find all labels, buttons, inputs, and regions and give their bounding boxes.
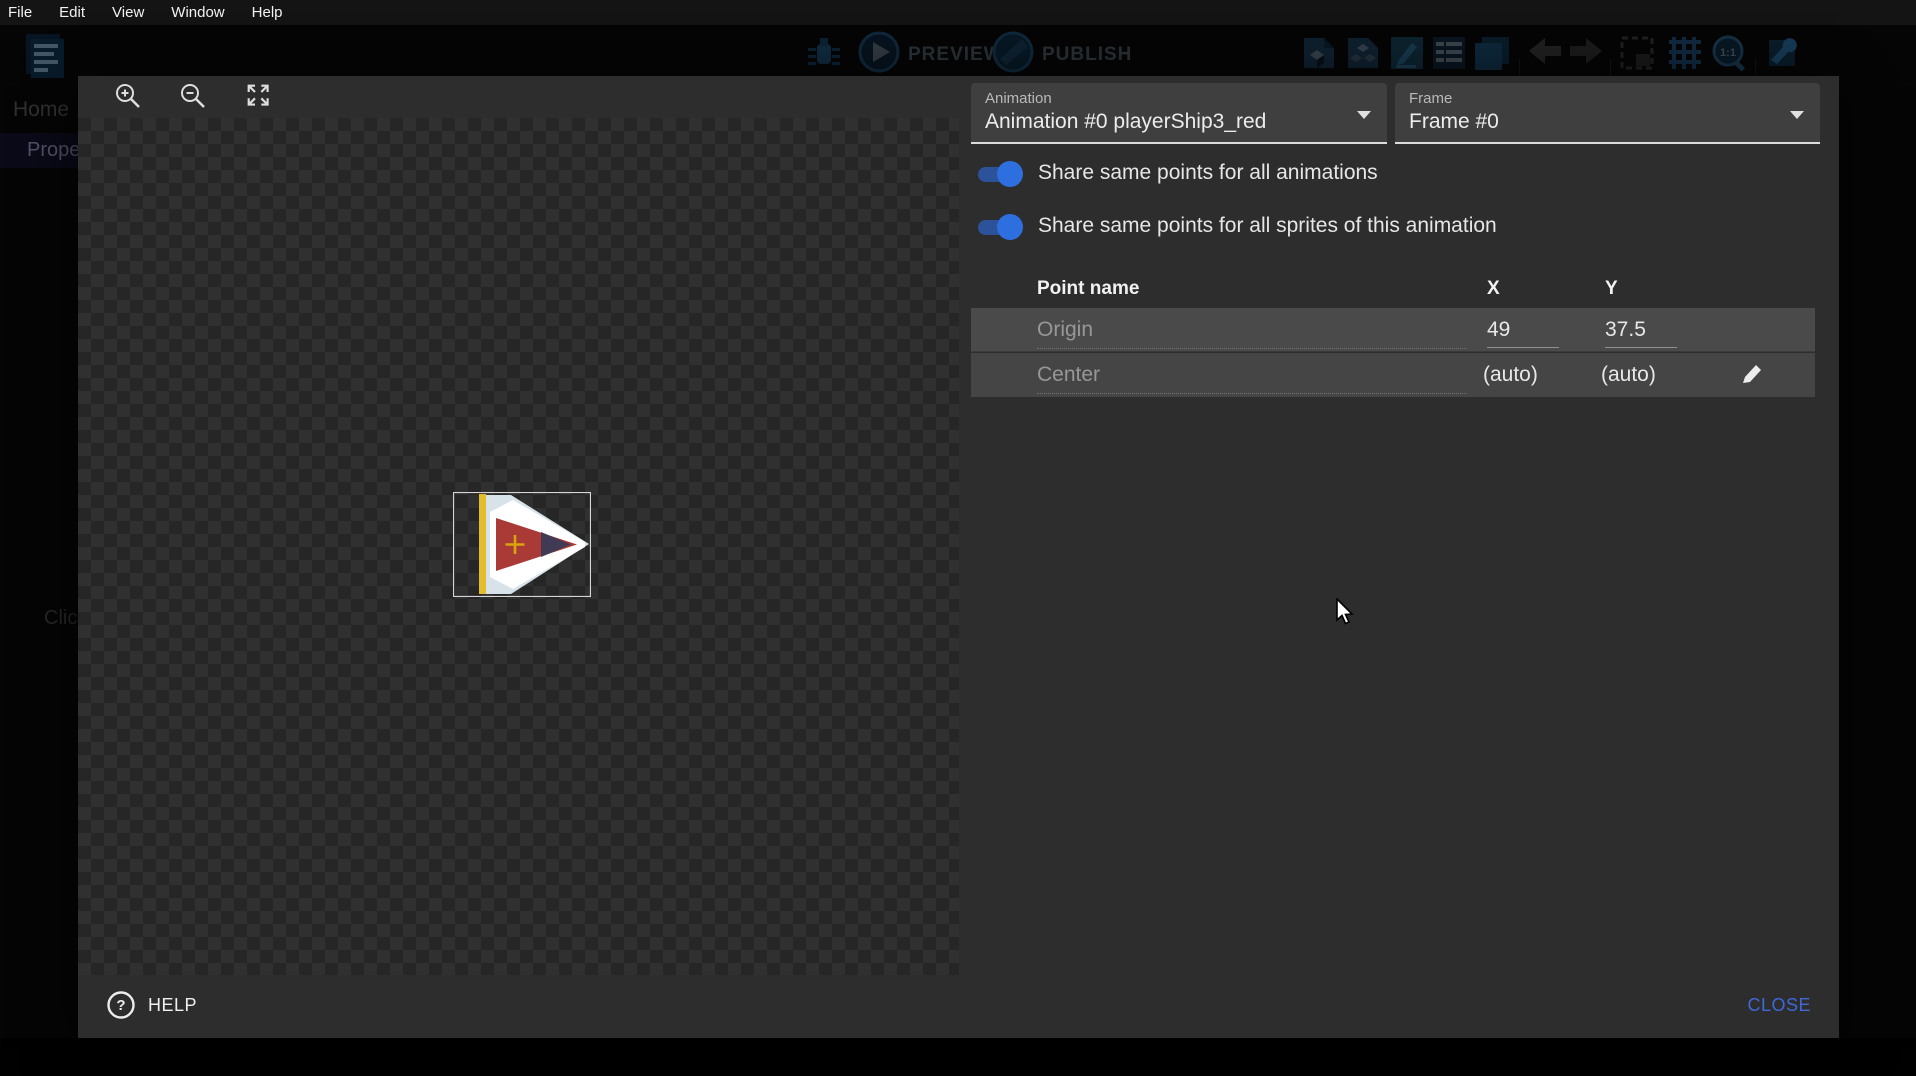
share-points-sprites-row: Share same points for all sprites of thi…	[978, 211, 1497, 241]
help-button[interactable]: ? HELP	[106, 990, 197, 1020]
toggle-thumb	[997, 161, 1023, 187]
edit-point-pencil-icon[interactable]	[1737, 361, 1765, 389]
animation-select[interactable]: Animation Animation #0 playerShip3_red	[971, 83, 1387, 144]
animation-select-label: Animation	[985, 90, 1052, 107]
point-x-field[interactable]: 49	[1487, 318, 1559, 348]
point-y-field[interactable]: 37.5	[1605, 318, 1677, 348]
share-points-sprites-toggle[interactable]	[978, 219, 1020, 236]
zoom-in-icon[interactable]	[114, 82, 141, 109]
menu-file[interactable]: File	[8, 4, 32, 21]
point-row-center[interactable]: Center (auto) (auto)	[971, 353, 1815, 397]
fit-to-view-icon[interactable]	[245, 82, 272, 109]
toggle-label: Share same points for all sprites of thi…	[1038, 214, 1497, 238]
animation-select-value: Animation #0 playerShip3_red	[985, 110, 1266, 134]
help-icon: ?	[106, 990, 136, 1020]
points-table-header: Point name X Y	[971, 269, 1815, 308]
edit-points-dialog: Animation Animation #0 playerShip3_red F…	[78, 76, 1839, 1038]
dialog-footer: ? HELP CLOSE	[78, 975, 1839, 1038]
menu-view[interactable]: View	[112, 4, 144, 21]
mouse-cursor	[1335, 598, 1357, 626]
chevron-down-icon	[1357, 111, 1371, 119]
menu-bar: File Edit View Window Help	[0, 0, 1916, 25]
share-points-animations-row: Share same points for all animations	[978, 158, 1378, 188]
share-points-animations-toggle[interactable]	[978, 166, 1020, 183]
column-point-name: Point name	[1037, 278, 1139, 300]
point-row-origin[interactable]: Origin 49 37.5	[971, 308, 1815, 352]
point-name[interactable]: Origin	[1037, 318, 1467, 349]
column-x: X	[1487, 278, 1500, 300]
point-x-value[interactable]: (auto)	[1483, 363, 1538, 387]
frame-select[interactable]: Frame Frame #0	[1395, 83, 1820, 144]
menu-edit[interactable]: Edit	[59, 4, 85, 21]
app-window: File Edit View Window Help PREVIEW	[0, 0, 1916, 1076]
menu-window[interactable]: Window	[171, 4, 224, 21]
close-button[interactable]: CLOSE	[1747, 995, 1811, 1016]
frame-select-label: Frame	[1409, 90, 1452, 107]
menu-help[interactable]: Help	[252, 4, 283, 21]
canvas-toolbar	[78, 76, 959, 118]
column-y: Y	[1605, 278, 1618, 300]
help-label: HELP	[148, 995, 197, 1016]
points-panel: Animation Animation #0 playerShip3_red F…	[959, 76, 1839, 975]
chevron-down-icon	[1790, 111, 1804, 119]
toggle-label: Share same points for all animations	[1038, 161, 1378, 185]
point-name[interactable]: Center	[1037, 363, 1467, 394]
frame-select-value: Frame #0	[1409, 110, 1499, 134]
zoom-out-icon[interactable]	[179, 82, 206, 109]
svg-text:?: ?	[116, 997, 125, 1014]
toggle-thumb	[997, 214, 1023, 240]
point-y-value[interactable]: (auto)	[1601, 363, 1656, 387]
player-ship-sprite[interactable]	[453, 492, 591, 597]
